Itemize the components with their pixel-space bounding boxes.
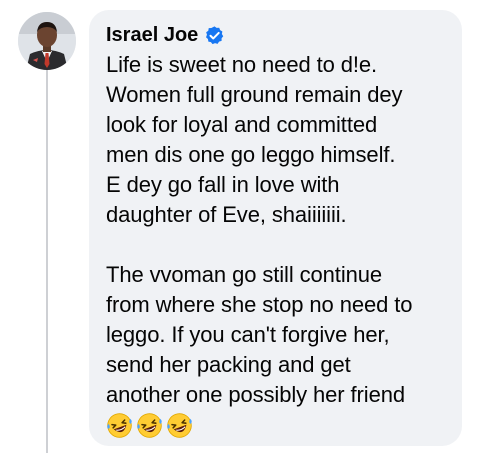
comment-line: daughter of Eve, shaiiiiiii.: [106, 202, 347, 227]
comment-line: another one possibly her friend: [106, 382, 405, 407]
comment-line: from where she stop no need to: [106, 292, 413, 317]
verified-badge-icon: [206, 25, 224, 44]
comment-line: E dey go fall in love with: [106, 172, 340, 197]
comment-paragraph: The vvoman go still continue from where …: [106, 260, 454, 410]
comment-line: The vvoman go still continue: [106, 262, 383, 287]
author-name[interactable]: Israel Joe: [106, 21, 198, 49]
emoji-row: [106, 412, 454, 439]
comment-line: Life is sweet no need to d!e.: [106, 52, 378, 77]
rolling-on-floor-laughing-icon: [167, 413, 192, 438]
rolling-on-floor-laughing-icon: [107, 413, 132, 438]
comment-paragraph: Life is sweet no need to d!e. Women full…: [106, 50, 454, 230]
comment-line: leggo. If you can't forgive her,: [106, 322, 390, 347]
comment-header: Israel Joe: [106, 21, 454, 49]
comment-line: send her packing and get: [106, 352, 351, 377]
comment-bubble: Israel Joe Life is sweet no need to d!e.…: [89, 10, 462, 446]
comment-line: Women full ground remain dey: [106, 82, 403, 107]
comment-line: look for loyal and committed: [106, 112, 378, 137]
author-avatar[interactable]: [18, 12, 76, 70]
reply-thread-line: [46, 70, 48, 453]
comment-text: Life is sweet no need to d!e. Women full…: [106, 50, 454, 439]
rolling-on-floor-laughing-icon: [137, 413, 162, 438]
avatar-photo: [18, 12, 76, 70]
comment-line: men dis one go leggo himself.: [106, 142, 396, 167]
